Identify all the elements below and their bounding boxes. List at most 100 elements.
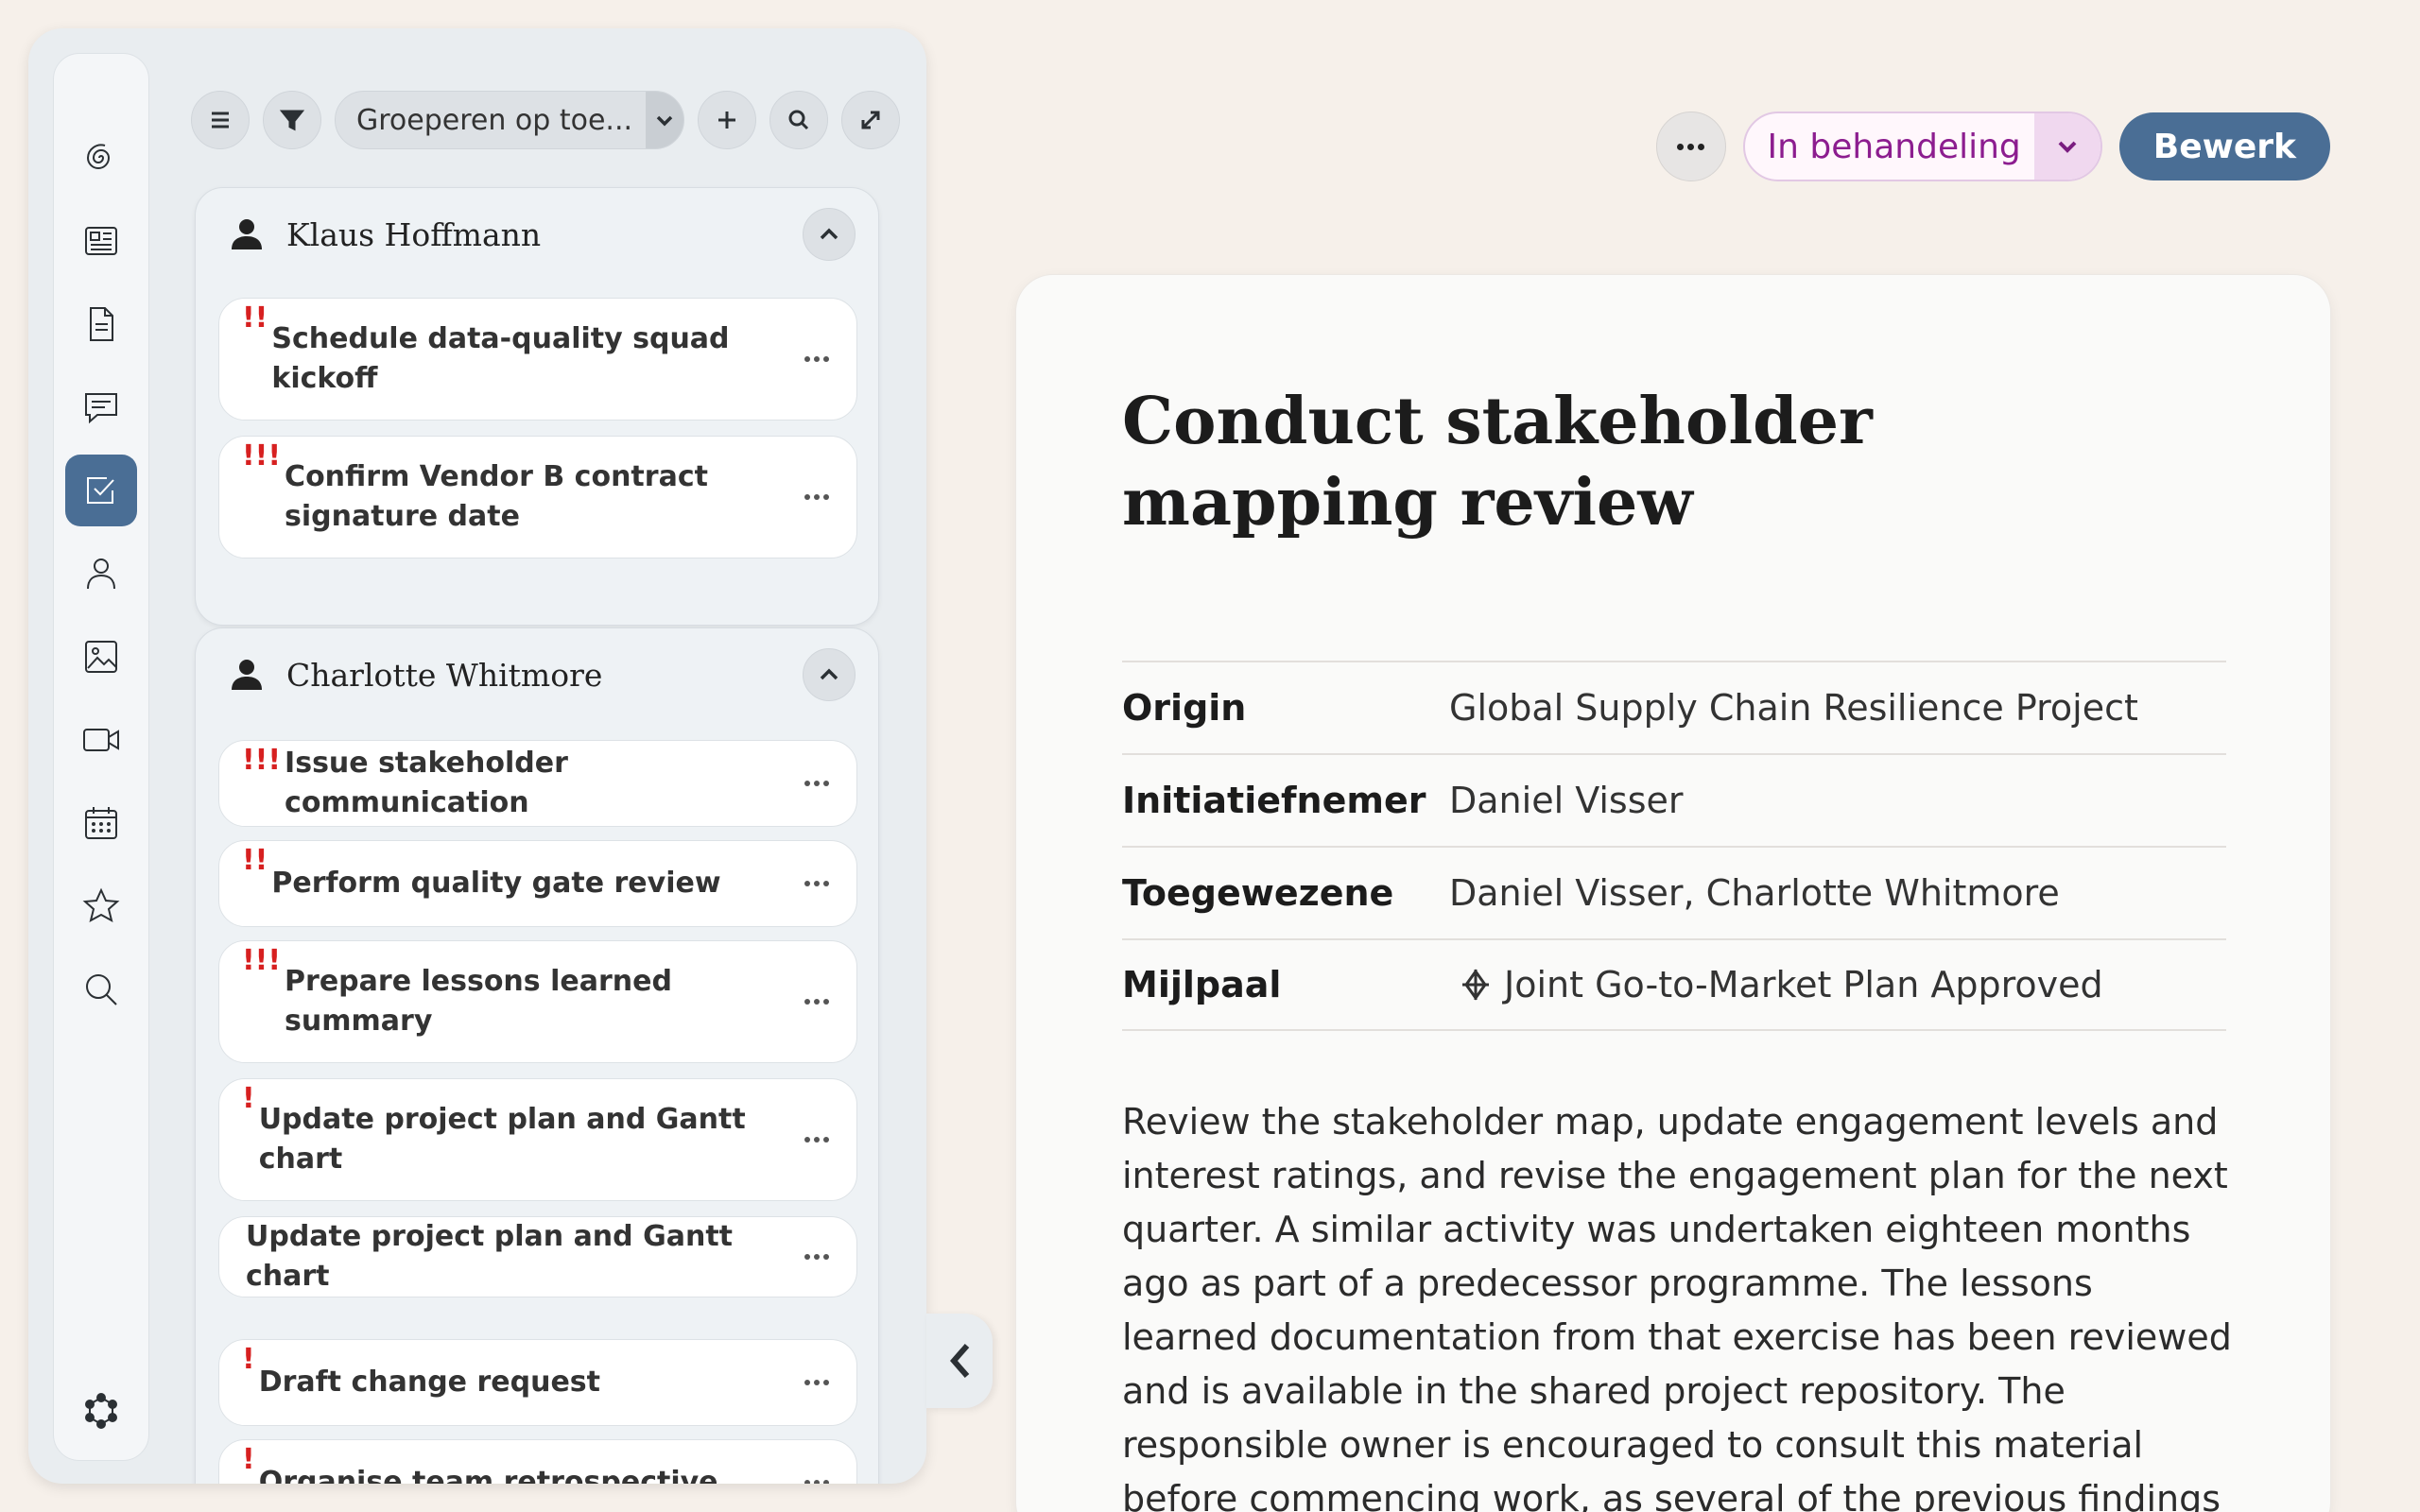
property-value[interactable]: Global Supply Chain Resilience Project [1449, 687, 2138, 729]
priority-marker: !!! [242, 944, 282, 977]
task-panel: Groeperen op toe... Klaus Hoffmann !! Sc… [28, 28, 926, 1484]
task-title: Issue stakeholder communication [285, 747, 568, 819]
task-title-heading: Conduct stakeholder mapping review [1122, 384, 1873, 541]
property-value-milestone[interactable]: Joint Go-to-Market Plan Approved [1449, 964, 2103, 1005]
group-header: Klaus Hoffmann [196, 188, 878, 281]
more-options-icon[interactable] [800, 1247, 834, 1266]
menu-button[interactable] [191, 91, 250, 149]
milestone-icon [1462, 969, 1489, 1001]
status-dropdown[interactable]: In behandeling [1742, 112, 2102, 181]
group-name: Charlotte Whitmore [286, 656, 603, 694]
document-icon[interactable] [65, 288, 137, 360]
priority-marker: !! [242, 844, 268, 877]
property-row: Origin Global Supply Chain Resilience Pr… [1122, 661, 2226, 753]
group-klaus-hoffmann: Klaus Hoffmann !! Schedule data-quality … [195, 187, 879, 626]
collapse-group-button[interactable] [803, 648, 856, 701]
image-icon[interactable] [65, 621, 137, 693]
more-options-icon[interactable] [800, 1473, 834, 1484]
plus-icon [718, 112, 736, 129]
expand-button[interactable] [841, 91, 901, 149]
task-title: Perform quality gate review [271, 867, 721, 900]
property-row: Mijlpaal Joint Go-to-Market Plan Approve… [1122, 938, 2226, 1031]
property-value[interactable]: Daniel Visser, Charlotte Whitmore [1449, 872, 2060, 914]
filter-button[interactable] [263, 91, 321, 149]
edit-button[interactable]: Bewerk [2118, 112, 2330, 180]
star-icon[interactable] [65, 870, 137, 942]
task-item[interactable]: ! Draft change request [218, 1339, 857, 1426]
status-label: In behandeling [1767, 127, 2021, 166]
task-detail-card: Conduct stakeholder mapping review Origi… [1015, 274, 2331, 1512]
spiral-logo-icon[interactable] [65, 122, 137, 194]
task-item[interactable]: Update project plan and Gantt chart [218, 1216, 857, 1297]
filter-icon [279, 110, 305, 131]
task-title: Organise team retrospective [258, 1466, 718, 1484]
property-key: Toegewezene [1122, 872, 1394, 914]
task-description: Review the stakeholder map, update engag… [1122, 1101, 2232, 1512]
person-icon[interactable] [65, 538, 137, 610]
more-options-icon[interactable] [800, 774, 834, 793]
person-icon [232, 219, 262, 249]
task-item[interactable]: !! Perform quality gate review [218, 840, 857, 927]
property-key: Initiatiefnemer [1122, 780, 1426, 821]
task-item[interactable]: !!! Prepare lessons learned summary [218, 940, 857, 1063]
priority-marker: ! [242, 1343, 255, 1376]
property-row: Toegewezene Daniel Visser, Charlotte Whi… [1122, 846, 2226, 938]
more-options-icon[interactable] [800, 488, 834, 507]
task-title: Prepare lessons learned summary [285, 965, 672, 1038]
task-title: Schedule data-quality squad kickoff [271, 322, 730, 395]
add-task-button[interactable] [698, 91, 757, 149]
more-options-icon[interactable] [800, 874, 834, 893]
task-title: Confirm Vendor B contract signature date [285, 460, 708, 533]
priority-marker: !! [242, 301, 268, 335]
chevron-up-icon [820, 668, 838, 680]
more-options-icon[interactable] [800, 350, 834, 369]
chevron-up-icon [820, 228, 838, 240]
task-item[interactable]: !! Schedule data-quality squad kickoff [218, 298, 857, 421]
task-title: Draft change request [258, 1366, 600, 1399]
milestone-name: Joint Go-to-Market Plan Approved [1504, 964, 2103, 1005]
task-title: Update project plan and Gantt chart [246, 1220, 733, 1293]
hamburger-icon [212, 112, 229, 129]
property-row: Initiatiefnemer Daniel Visser [1122, 753, 2226, 846]
property-value[interactable]: Daniel Visser [1449, 780, 1684, 821]
property-key: Mijlpaal [1122, 964, 1282, 1005]
group-name: Klaus Hoffmann [286, 215, 542, 253]
task-item[interactable]: ! Update project plan and Gantt chart [218, 1078, 857, 1201]
search-icon [788, 110, 809, 130]
collapse-panel-button[interactable] [926, 1314, 993, 1408]
priority-marker: ! [242, 1082, 255, 1115]
group-by-select[interactable]: Groeperen op toe... [335, 91, 685, 149]
more-options-icon[interactable] [800, 992, 834, 1011]
chat-icon[interactable] [65, 371, 137, 443]
news-icon[interactable] [65, 205, 137, 277]
task-properties: Origin Global Supply Chain Resilience Pr… [1122, 661, 2226, 1031]
detail-actions: In behandeling Bewerk [1655, 112, 2330, 181]
person-icon [232, 660, 262, 690]
collapse-group-button[interactable] [803, 208, 856, 261]
calendar-icon[interactable] [65, 787, 137, 859]
task-item[interactable]: !!! Issue stakeholder communication [218, 740, 857, 827]
task-item[interactable]: ! Organise team retrospective [218, 1439, 857, 1484]
property-key: Origin [1122, 687, 1247, 729]
task-title: Update project plan and Gantt chart [258, 1103, 746, 1176]
chevron-left-icon [950, 1344, 970, 1378]
nav-rail [53, 53, 149, 1461]
group-charlotte-whitmore: Charlotte Whitmore !!! Issue stakeholder… [195, 627, 879, 1484]
group-header: Charlotte Whitmore [196, 628, 878, 721]
more-actions-button[interactable] [1655, 112, 1726, 181]
priority-marker: !!! [242, 744, 282, 777]
settings-network-icon[interactable] [65, 1375, 137, 1447]
priority-marker: ! [242, 1443, 255, 1476]
tasks-icon[interactable] [65, 455, 137, 526]
chevron-down-icon [646, 92, 684, 148]
more-options-icon[interactable] [800, 1130, 834, 1149]
priority-marker: !!! [242, 439, 282, 472]
video-icon[interactable] [65, 704, 137, 776]
task-item[interactable]: !!! Confirm Vendor B contract signature … [218, 436, 857, 558]
chevron-down-icon [2033, 113, 2100, 180]
more-options-icon[interactable] [800, 1373, 834, 1392]
search-icon[interactable] [65, 954, 137, 1025]
expand-icon [861, 111, 880, 129]
group-by-label: Groeperen op toe... [356, 103, 633, 137]
search-button[interactable] [769, 91, 829, 149]
